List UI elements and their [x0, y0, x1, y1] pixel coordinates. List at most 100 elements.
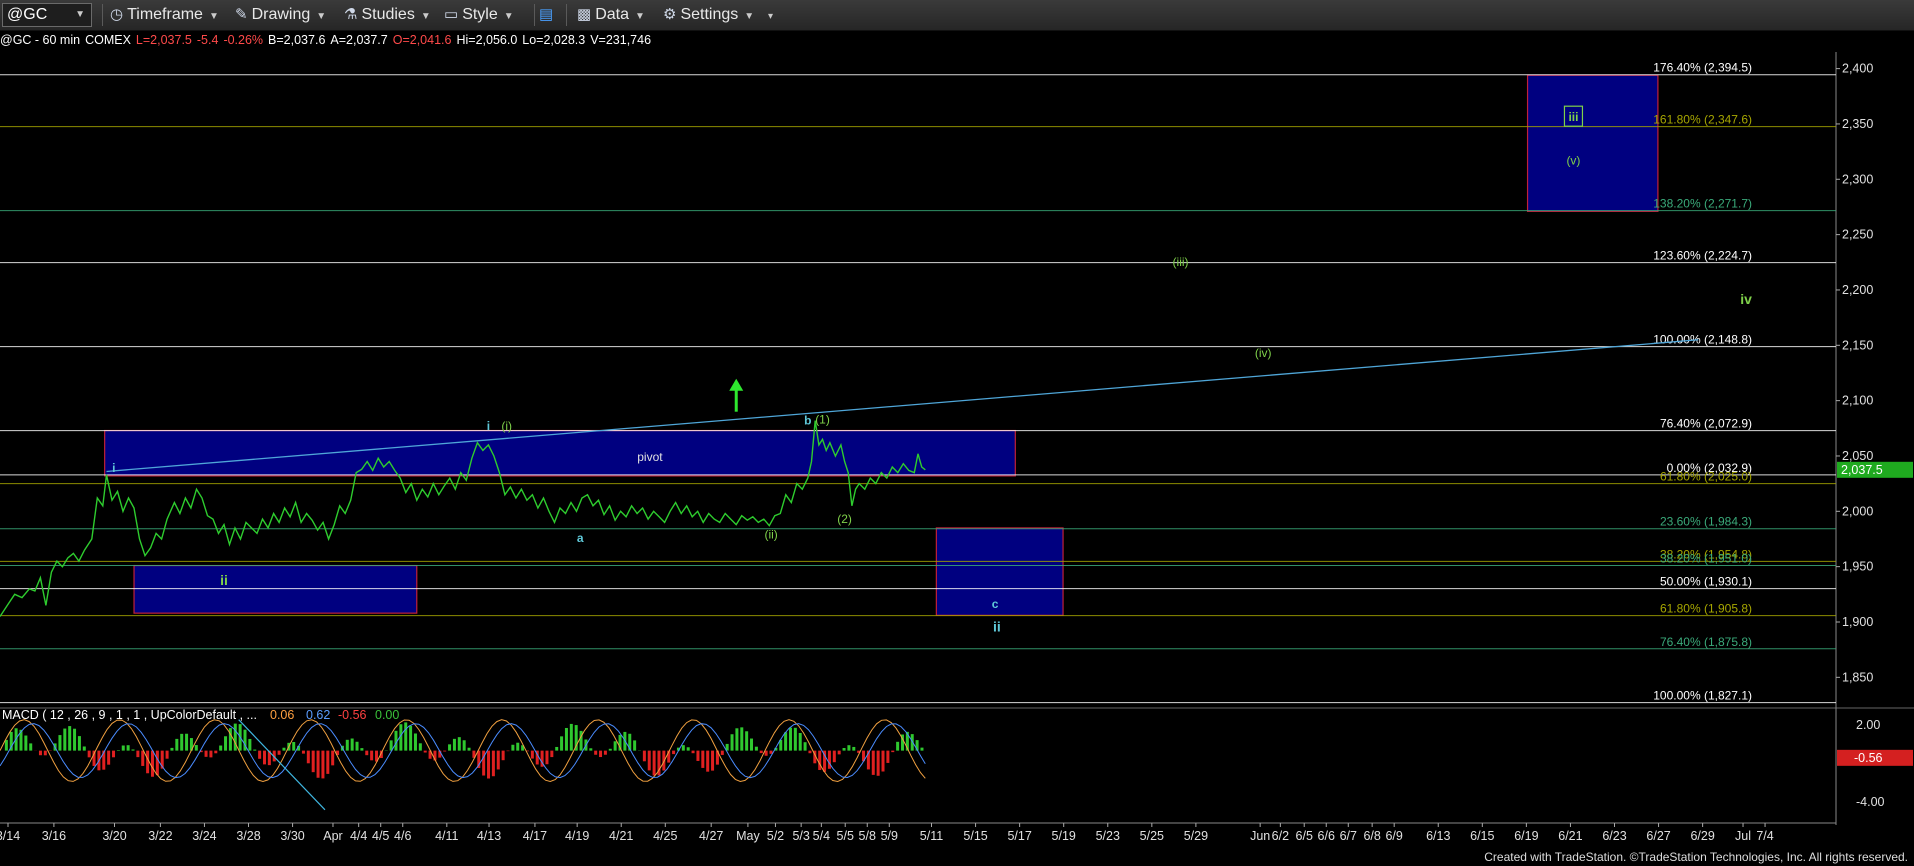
fib-level-label: 123.60% (2,224.7): [1653, 249, 1752, 263]
y-tick-label: 2,250: [1842, 228, 1873, 242]
x-tick-label: 6/23: [1602, 829, 1626, 843]
x-tick-label: 5/3: [792, 829, 809, 843]
macd-histogram-bar: [798, 732, 802, 751]
macd-histogram-bar: [871, 750, 875, 775]
x-tick-label: 4/5: [372, 829, 389, 843]
x-tick-label: 5/19: [1052, 829, 1076, 843]
y-tick-label: 2,350: [1842, 117, 1873, 131]
x-tick-label: May: [736, 829, 760, 843]
macd-histogram-bar: [204, 750, 208, 757]
wave-label: (v): [1566, 153, 1580, 167]
macd-histogram-bar: [112, 750, 116, 758]
x-tick-label: 6/21: [1558, 829, 1582, 843]
macd-histogram-bar: [155, 750, 159, 776]
macd-histogram-bar: [219, 745, 223, 751]
macd-histogram-bar: [832, 750, 836, 763]
x-tick-label: 3/20: [102, 829, 126, 843]
y-tick-label: 1,950: [1842, 560, 1873, 574]
macd-histogram-bar: [321, 750, 325, 779]
macd-histogram-bar: [642, 750, 646, 762]
macd-histogram-bar: [511, 744, 515, 751]
macd-histogram-bar: [730, 734, 734, 751]
x-tick-label: Apr: [323, 829, 342, 843]
y-tick-label: 2,100: [1842, 394, 1873, 408]
macd-histogram-bar: [745, 731, 749, 751]
macd-histogram-bar: [920, 747, 924, 751]
x-tick-label: 6/9: [1385, 829, 1402, 843]
macd-histogram-bar: [360, 748, 364, 751]
x-tick-label: 3/16: [42, 829, 66, 843]
macd-histogram-bar: [209, 750, 213, 758]
x-tick-label: 3/22: [148, 829, 172, 843]
macd-histogram-bar: [647, 750, 651, 771]
x-tick-label: 6/15: [1470, 829, 1494, 843]
wave-label: ii: [993, 618, 1001, 634]
macd-histogram-bar: [107, 750, 111, 765]
fib-level-label: 176.40% (2,394.5): [1653, 61, 1752, 75]
macd-histogram-bar: [165, 750, 169, 759]
macd-histogram-bar: [681, 745, 685, 751]
macd-histogram-bar: [613, 741, 617, 751]
macd-histogram-bar: [316, 750, 320, 778]
macd-histogram-bar: [691, 750, 695, 754]
fib-level-label: 38.20% (1,951.0): [1660, 552, 1752, 566]
macd-histogram-bar: [170, 747, 174, 751]
macd-histogram-bar: [87, 750, 91, 758]
x-tick-label: 5/2: [767, 829, 784, 843]
macd-histogram-bar: [350, 738, 354, 751]
macd-histogram-bar: [194, 745, 198, 751]
macd-histogram-bar: [131, 749, 135, 751]
macd-histogram-bar: [759, 750, 763, 754]
fib-level-label: 100.00% (2,148.8): [1653, 333, 1752, 347]
macd-histogram-bar: [564, 727, 568, 751]
wave-label: (iii): [1173, 255, 1189, 269]
wave-label: iv: [1740, 291, 1752, 307]
macd-histogram-bar: [720, 750, 724, 755]
wave-label: iii: [1568, 110, 1578, 124]
x-tick-label: 5/17: [1007, 829, 1031, 843]
x-tick-label: 3/24: [192, 829, 216, 843]
macd-histogram-bar: [141, 750, 145, 766]
pivot-box: [104, 429, 1016, 477]
macd-histogram-bar: [121, 745, 125, 751]
y-tick-label: 2,300: [1842, 172, 1873, 186]
macd-histogram-bar: [413, 733, 417, 751]
macd-histogram-bar: [4, 739, 8, 751]
fib-level-label: 138.20% (2,271.7): [1653, 197, 1752, 211]
macd-histogram-bar: [808, 750, 812, 754]
macd-histogram-bar: [306, 750, 310, 764]
last-price-value: 2,037.5: [1841, 463, 1883, 477]
macd-histogram-bar: [516, 742, 520, 751]
wave-label: (ii): [764, 527, 777, 541]
macd-histogram-bar: [345, 739, 349, 751]
macd-histogram-bar: [146, 750, 150, 774]
macd-histogram-bar: [180, 733, 184, 751]
macd-histogram-bar: [589, 748, 593, 751]
macd-histogram-bar: [365, 750, 369, 756]
macd-histogram-bar: [827, 750, 831, 769]
y-tick-label: 2,400: [1842, 62, 1873, 76]
price-chart[interactable]: 176.40% (2,394.5) 161.80% (2,347.6) 138.20…: [0, 0, 1914, 866]
macd-histogram-bar: [506, 750, 510, 752]
macd-histogram-bar: [672, 750, 676, 755]
macd-histogram-bar: [555, 746, 559, 751]
x-tick-label: 4/11: [435, 829, 458, 843]
macd-value: -0.56: [338, 708, 367, 722]
macd-histogram-bar: [837, 750, 841, 755]
fib-level-label: 50.00% (1,930.1): [1660, 575, 1752, 589]
fib-level-label: 76.40% (1,875.8): [1660, 635, 1752, 649]
macd-last-value: -0.56: [1854, 751, 1883, 765]
macd-histogram-bar: [423, 750, 427, 753]
macd-histogram-bar: [696, 750, 700, 761]
macd-y-tick-label: -4.00: [1856, 795, 1885, 809]
macd-histogram-bar: [331, 750, 335, 766]
macd-histogram-bar: [185, 733, 189, 751]
macd-histogram-bar: [750, 738, 754, 751]
macd-histogram-bar: [262, 750, 266, 765]
macd-histogram-bar: [311, 750, 315, 773]
x-tick-label: 5/25: [1140, 829, 1164, 843]
wave-label: b: [804, 413, 811, 427]
wave-label: c: [992, 597, 999, 611]
x-tick-label: 5/4: [813, 829, 830, 843]
macd-histogram-bar: [467, 747, 471, 751]
